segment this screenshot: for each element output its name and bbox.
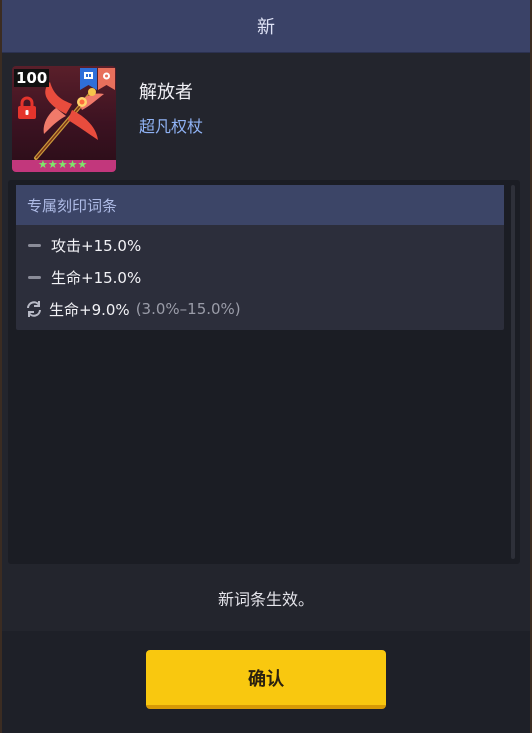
stat-row: 攻击+15.0% — [16, 230, 504, 260]
stat-range: (3.0%–15.0%) — [135, 300, 241, 318]
status-message: 新词条生效。 — [217, 590, 314, 609]
item-summary: 100 ★★★★★ 解放者 超凡权杖 — [12, 66, 522, 174]
orange-tag-icon — [98, 68, 115, 90]
section-title: 专属刻印词条 — [16, 185, 504, 225]
item-name: 解放者 — [139, 82, 193, 103]
stat-row: 生命+9.0% (3.0%–15.0%) — [16, 294, 504, 324]
engrave-stats-card: 专属刻印词条 攻击+15.0% 生命+15.0% 生命+9.0% (3.0%–1… — [16, 185, 504, 330]
item-type: 超凡权杖 — [139, 117, 204, 136]
engrave-panel: 专属刻印词条 攻击+15.0% 生命+15.0% 生命+9.0% (3.0%–1… — [8, 180, 520, 564]
dialog-header: 新 — [0, 0, 532, 53]
scrollbar[interactable] — [511, 185, 515, 559]
dialog-title: 新 — [257, 17, 275, 38]
stat-text: 生命+15.0% — [51, 268, 142, 287]
blue-tag-icon — [80, 68, 97, 90]
stat-text: 攻击+15.0% — [51, 236, 142, 255]
item-level: 100 — [14, 69, 50, 87]
dash-icon — [28, 275, 41, 279]
item-icon[interactable]: 100 ★★★★★ — [12, 66, 116, 172]
engrave-result-dialog: 新 100 ★★★★★ 解放者 超凡权杖 专属刻印词条 攻击+15.0% 生命+… — [0, 0, 532, 733]
dash-icon — [28, 243, 41, 247]
confirm-button[interactable]: 确认 — [146, 650, 386, 709]
lock-icon[interactable] — [16, 96, 38, 120]
stat-row: 生命+15.0% — [16, 262, 504, 292]
refresh-icon[interactable] — [25, 300, 43, 318]
stat-text: 生命+9.0% — [49, 300, 130, 319]
rarity-stars: ★★★★★ — [38, 158, 88, 171]
edge-divider — [0, 0, 2, 733]
